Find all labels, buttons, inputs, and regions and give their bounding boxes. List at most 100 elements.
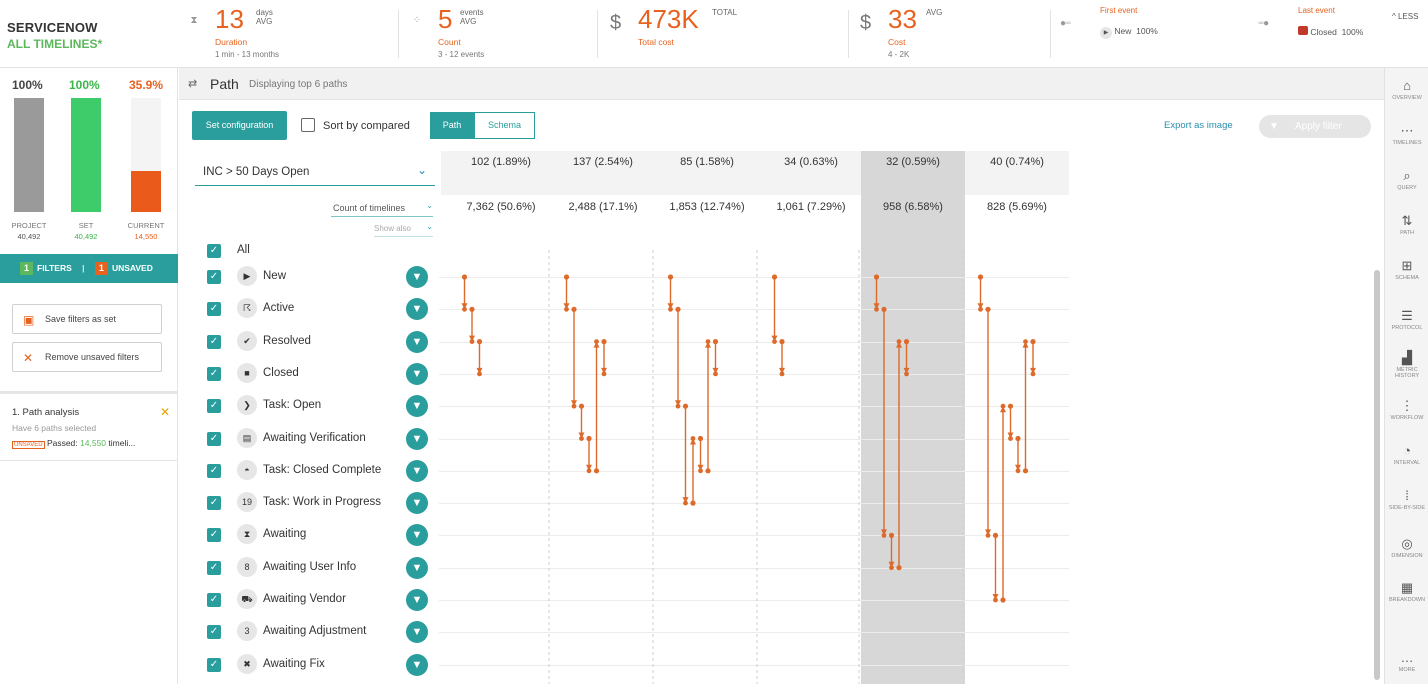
nav-overview[interactable]: ⌂ OVERVIEW — [1385, 78, 1428, 101]
nav-label: PROTOCOL — [1391, 325, 1423, 331]
path-icon: ⇅ — [1401, 213, 1413, 228]
path-node — [881, 533, 887, 538]
path-node — [978, 306, 983, 312]
path-node — [675, 306, 681, 312]
nav-side-by-side[interactable]: ⁞ SIDE-BY-SIDE — [1385, 488, 1428, 511]
kpi-total-cost[interactable]: $ 473K TOTAL Total cost — [608, 4, 838, 64]
nav-timelines[interactable]: ⋯ TIMELINES — [1385, 123, 1428, 146]
path-node — [675, 403, 681, 409]
close-analysis-icon[interactable]: ✕ — [160, 405, 170, 419]
kpi-avg-cost-value: 33 — [888, 4, 917, 34]
bar-percent: 100% — [69, 78, 100, 92]
close-icon: ✕ — [23, 351, 34, 365]
bar-current[interactable] — [131, 98, 161, 212]
kpi-duration-value: 13 — [215, 4, 244, 34]
path-node — [683, 500, 688, 506]
workflow-icon: ⋮ — [1400, 398, 1414, 413]
path-sequence[interactable] — [563, 274, 608, 474]
path-node — [469, 339, 475, 344]
nav-query[interactable]: ⌕ QUERY — [1385, 168, 1428, 191]
kpi-avg-cost-range: 4 - 2K — [888, 50, 910, 59]
kpi-count-label: Count — [438, 37, 461, 47]
path-node — [705, 468, 711, 474]
kpi-total-cost-label: Total cost — [638, 37, 674, 47]
kpi-avg-cost[interactable]: $ 33 AVG Cost 4 - 2K — [858, 4, 1038, 64]
remove-unsaved-filters-button[interactable]: ✕ Remove unsaved filters — [12, 342, 162, 372]
metric-history-icon: ▟ — [1402, 350, 1412, 365]
interval-icon: ◔ — [1403, 443, 1411, 458]
path-analysis-item[interactable]: 1. Path analysis ✕ Have 6 paths selected… — [0, 391, 178, 461]
nav-label: SIDE-BY-SIDE — [1388, 505, 1426, 511]
bar-value: 40,492 — [74, 232, 98, 241]
path-node — [586, 468, 592, 474]
path-node — [690, 500, 696, 506]
bar-label: SET — [78, 221, 94, 230]
path-node — [601, 339, 607, 345]
path-view: Set configuration Sort by compared Path … — [179, 100, 1384, 684]
collapse-header-button[interactable]: ^ LESS — [1392, 12, 1418, 21]
save-icon: ▣ — [23, 313, 35, 327]
schema-icon: ⊞ — [1401, 258, 1413, 273]
nav-label: DIMENSION — [1391, 553, 1423, 559]
path-sequence[interactable] — [977, 274, 1037, 603]
path-sequence[interactable] — [667, 274, 719, 506]
nav-label: METRIC HISTORY — [1394, 367, 1420, 379]
nav-label: PATH — [1400, 230, 1414, 236]
path-node — [476, 339, 483, 345]
more-icon: … — [1400, 650, 1414, 665]
kpi-total-cost-value: 473K — [638, 4, 699, 34]
path-node — [690, 436, 696, 441]
dollar-icon: $ — [860, 12, 872, 34]
nav-dimension[interactable]: ◎ DIMENSION — [1385, 536, 1428, 559]
bar-project[interactable] — [14, 98, 44, 212]
path-node — [601, 371, 607, 377]
path-sequence[interactable] — [461, 274, 483, 377]
kpi-duration[interactable]: ⧗ 13 days AVG Duration 1 min - 13 months — [185, 4, 385, 64]
first-event[interactable]: ●◦◦ First event ▶ New 100% — [1060, 6, 1240, 56]
nav-breakdown[interactable]: ▦ BREAKDOWN — [1385, 580, 1428, 603]
left-panel: 100% PROJECT 40,492 100% SET 40,492 35.9% CURRE… — [0, 68, 186, 684]
right-nav: ⌂ OVERVIEW ⋯ TIMELINES ⌕ QUERY ⇅ PATH ⊞ SCHEMA ☰ PR… — [1384, 68, 1428, 684]
analysis-passed: UNSAVED Passed: 14,550 timeli... — [12, 438, 136, 449]
bar-set[interactable] — [71, 98, 101, 212]
save-filters-button[interactable]: ▣ Save filters as set — [12, 304, 162, 334]
last-event-value: Closed 100% — [1298, 26, 1363, 37]
path-node — [977, 274, 984, 280]
path-node — [593, 468, 600, 474]
nav-protocol[interactable]: ☰ PROTOCOL — [1385, 308, 1428, 331]
first-event-value: ▶ New 100% — [1100, 26, 1158, 39]
nav-workflow[interactable]: ⋮ WORKFLOW — [1385, 398, 1428, 421]
nav-interval[interactable]: ◔ INTERVAL — [1385, 443, 1428, 466]
scrollbar[interactable] — [1374, 270, 1380, 680]
kpi-avg-cost-unit: AVG — [926, 8, 943, 17]
bar-label: PROJECT — [11, 221, 47, 230]
path-node — [594, 339, 599, 344]
scope-label[interactable]: ALL TIMELINES* — [7, 37, 102, 51]
bar-percent: 100% — [12, 78, 43, 92]
nav-path[interactable]: ⇅ PATH — [1385, 213, 1428, 236]
nav-label: QUERY — [1397, 185, 1417, 191]
path-node — [992, 532, 999, 538]
bar-value: 14,550 — [134, 232, 158, 241]
dimension-icon: ◎ — [1401, 536, 1413, 551]
nav-label: WORKFLOW — [1390, 415, 1424, 421]
nav-label: INTERVAL — [1393, 460, 1421, 466]
path-node — [771, 274, 778, 280]
nav-schema[interactable]: ⊞ SCHEMA — [1385, 258, 1428, 281]
kpi-count[interactable]: ⁘ 5 events AVG Count 3 - 12 events — [408, 4, 588, 64]
path-sequence[interactable] — [771, 274, 786, 377]
path-node — [985, 533, 991, 538]
nav-metric-history[interactable]: ▟ METRIC HISTORY — [1385, 350, 1428, 379]
kpi-avg-cost-label: Cost — [888, 37, 906, 47]
path-sequence[interactable] — [873, 274, 910, 571]
unsaved-badge: UNSAVED — [12, 441, 45, 449]
protocol-icon: ☰ — [1401, 308, 1413, 323]
filters-bar[interactable]: 1 FILTERS | 1 UNSAVED — [0, 254, 178, 283]
path-node — [1030, 339, 1036, 345]
last-event[interactable]: ◦◦● Last event Closed 100% — [1258, 6, 1388, 56]
path-node — [586, 435, 592, 442]
kpi-count-unit: events AVG — [460, 8, 484, 26]
bar-fill — [71, 98, 101, 212]
path-node — [697, 435, 704, 442]
nav-more[interactable]: … MORE — [1385, 650, 1428, 673]
